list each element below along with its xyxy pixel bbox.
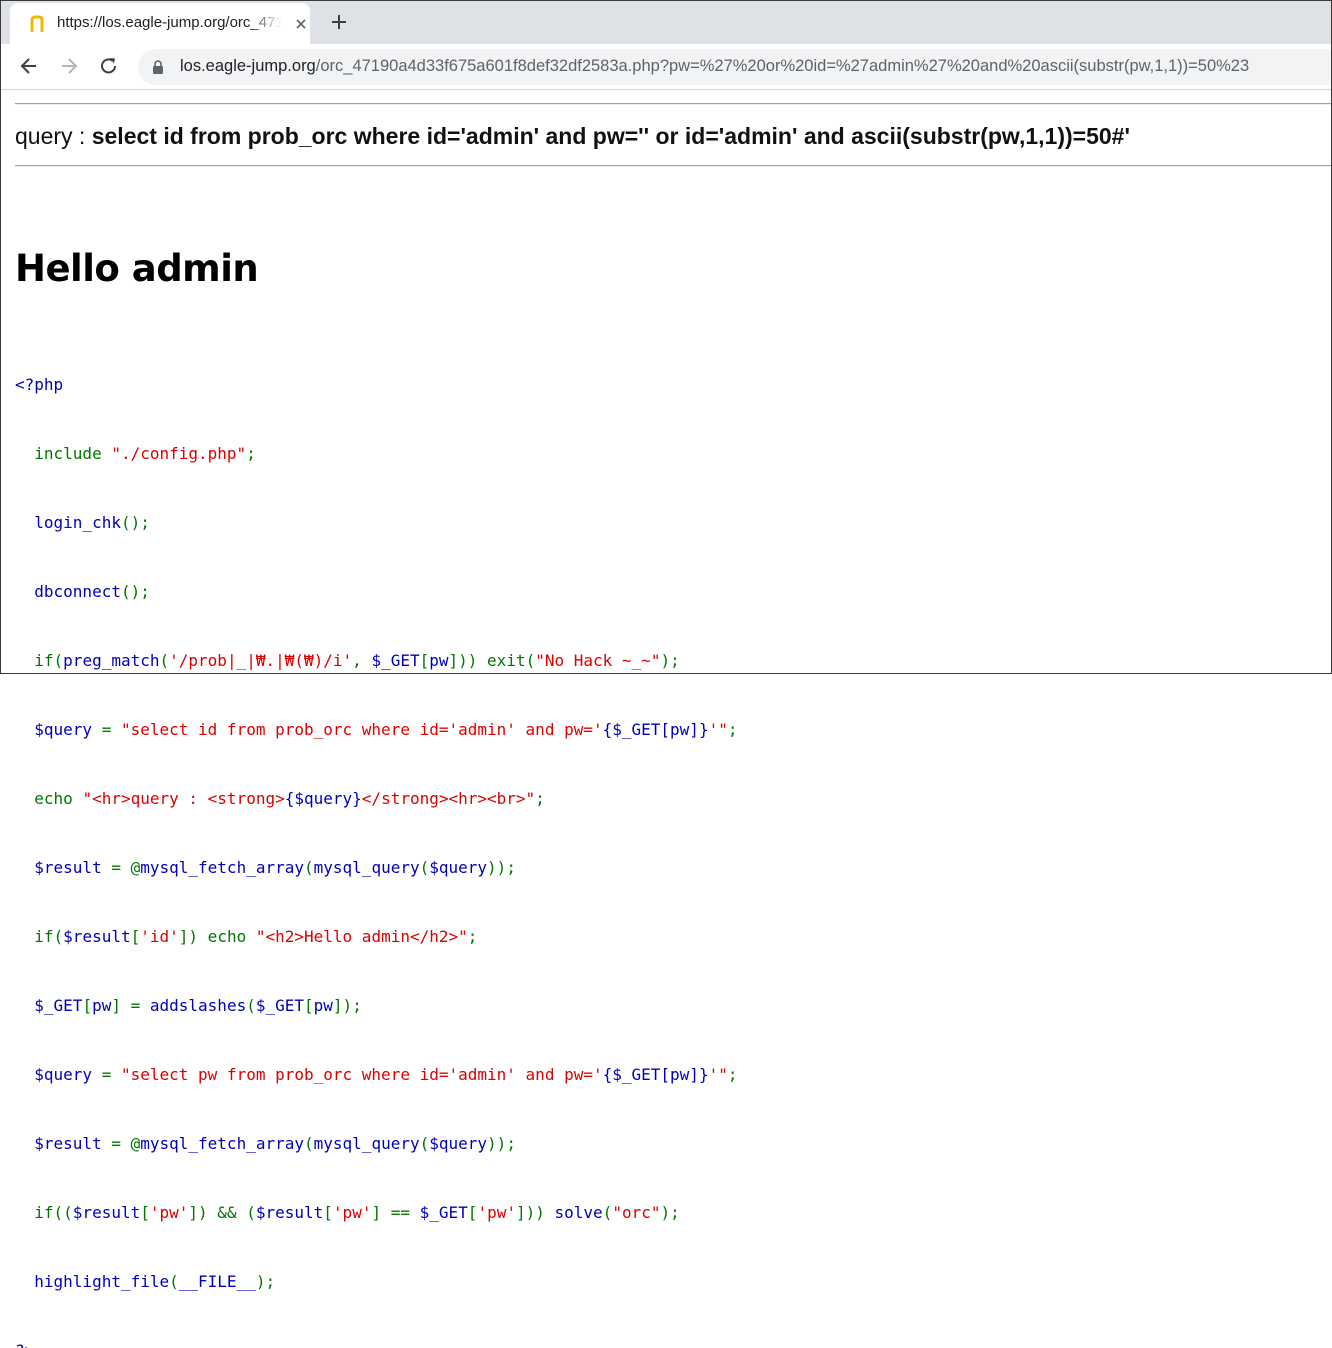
reload-icon[interactable]	[98, 55, 120, 77]
back-arrow-icon[interactable]	[18, 55, 40, 77]
site-favicon-icon	[30, 15, 44, 32]
url-path: /orc_47190a4d33f675a601f8def32df2583a.ph…	[315, 57, 1250, 75]
close-tab-icon[interactable]	[293, 16, 309, 32]
code-line: ?>	[15, 1339, 737, 1348]
lock-icon[interactable]	[152, 59, 164, 75]
code-line: <?php	[15, 375, 64, 394]
code-line: $query = "select pw from prob_orc where …	[34, 1065, 738, 1084]
source-code: <?php include "./config.php"; login_chk(…	[15, 327, 737, 1348]
code-line: if(preg_match('/prob|_|₩.|₩(₩)/i', $_GET…	[34, 651, 680, 670]
code-line: $_GET[pw] = addslashes($_GET[pw]);	[34, 996, 362, 1015]
code-line: $result = @mysql_fetch_array(mysql_query…	[34, 1134, 516, 1153]
query-line: query : select id from prob_orc where id…	[15, 123, 1130, 150]
code-line: if($result['id']) echo "<h2>Hello admin<…	[34, 927, 478, 946]
tab-title: https://los.eagle-jump.org/orc_47190a4d3…	[57, 14, 282, 31]
browser-tab[interactable]: https://los.eagle-jump.org/orc_47190a4d3…	[10, 3, 310, 44]
url-text[interactable]: los.eagle-jump.org/orc_47190a4d33f675a60…	[180, 57, 1249, 76]
code-line: if(($result['pw']) && ($result['pw'] == …	[34, 1203, 680, 1222]
code-line: dbconnect();	[34, 582, 150, 601]
query-sql: select id from prob_orc where id='admin'…	[91, 123, 1130, 149]
forward-arrow-icon[interactable]	[58, 55, 80, 77]
browser-toolbar: los.eagle-jump.org/orc_47190a4d33f675a60…	[0, 44, 1332, 90]
code-line: include "./config.php";	[34, 444, 256, 463]
url-host: los.eagle-jump.org	[180, 57, 316, 75]
code-line: echo "<hr>query : <strong>{$query}</stro…	[34, 789, 545, 808]
address-bar[interactable]: los.eagle-jump.org/orc_47190a4d33f675a60…	[138, 49, 1332, 85]
page-content: query : select id from prob_orc where id…	[0, 90, 1332, 1348]
code-line: highlight_file(__FILE__);	[34, 1272, 276, 1291]
code-line: login_chk();	[34, 513, 150, 532]
horizontal-rule	[15, 103, 1332, 105]
horizontal-rule	[15, 165, 1332, 167]
query-label: query :	[15, 123, 92, 149]
hello-heading: Hello admin	[15, 247, 259, 290]
new-tab-icon[interactable]	[328, 11, 350, 33]
tab-strip: https://los.eagle-jump.org/orc_47190a4d3…	[0, 0, 1332, 44]
code-line: $query = "select id from prob_orc where …	[34, 720, 738, 739]
code-line: $result = @mysql_fetch_array(mysql_query…	[34, 858, 516, 877]
